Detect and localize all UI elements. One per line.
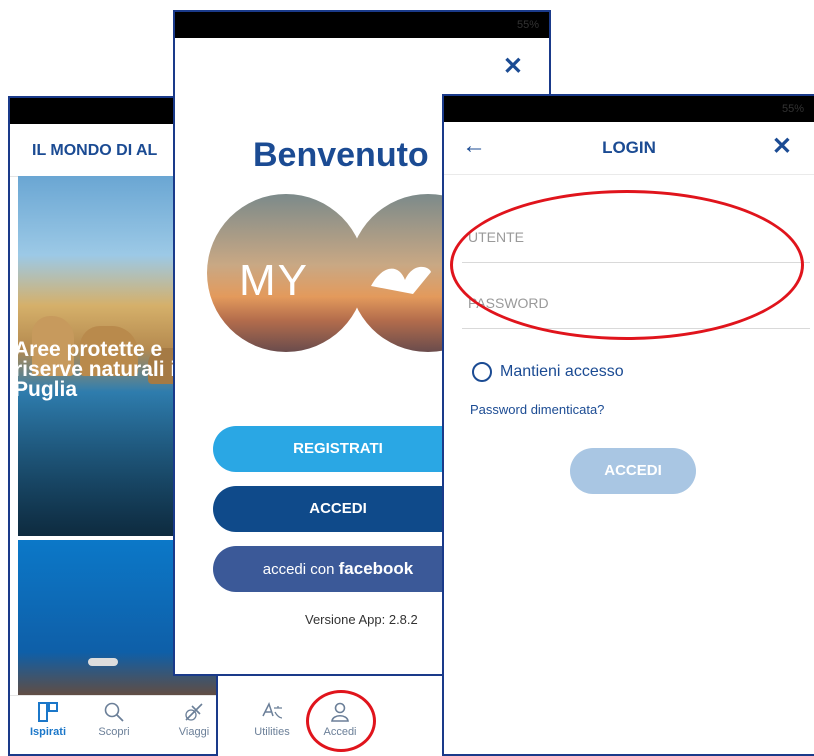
logo-text: MY xyxy=(239,256,309,305)
forgot-password-link[interactable]: Password dimenticata? xyxy=(470,402,604,417)
tab-ispirati[interactable]: Ispirati xyxy=(26,700,70,738)
tab-utilities[interactable]: Utilities xyxy=(250,700,294,738)
search-icon xyxy=(104,702,124,722)
facebook-prefix: accedi con xyxy=(262,561,335,578)
welcome-title: Benvenuto xyxy=(253,136,429,174)
remember-label[interactable]: Mantieni accesso xyxy=(500,363,624,381)
card-image-boat xyxy=(88,658,118,666)
tab-scopri[interactable]: Scopri xyxy=(92,700,136,738)
tab-label: Scopri xyxy=(98,726,130,738)
heart-logo-icon xyxy=(371,266,431,294)
login-header: ← LOGIN ✕ xyxy=(444,122,814,175)
translate-icon xyxy=(262,702,283,719)
tab-label: Ispirati xyxy=(29,726,67,738)
inspire-icon xyxy=(38,702,58,722)
tab-viaggi[interactable]: Viaggi xyxy=(172,700,216,738)
status-bar: 55% xyxy=(175,12,549,38)
submit-login-button[interactable]: ACCEDI xyxy=(570,448,696,494)
bottom-tab-bar: Ispirati Scopri Viaggi xyxy=(10,695,216,754)
facebook-brand: facebook xyxy=(338,559,414,578)
tab-label: Viaggi xyxy=(178,726,210,738)
status-bar: 55% xyxy=(444,96,814,122)
remember-radio[interactable] xyxy=(472,362,492,382)
close-icon[interactable]: ✕ xyxy=(772,132,792,161)
page-title: LOGIN xyxy=(602,138,656,157)
highlight-ellipse xyxy=(450,190,804,340)
tab-label: Utilities xyxy=(254,726,290,738)
highlight-circle xyxy=(306,690,376,752)
battery-status: 55% xyxy=(516,19,539,31)
app-version: Versione App: 2.8.2 xyxy=(305,612,418,627)
battery-status: 55% xyxy=(781,103,804,115)
close-icon[interactable]: ✕ xyxy=(503,52,523,81)
login-screen: 55% ← LOGIN ✕ Mantieni accesso Password … xyxy=(442,94,814,756)
page-title: IL MONDO DI AL xyxy=(32,142,158,159)
plane-icon xyxy=(185,703,203,721)
